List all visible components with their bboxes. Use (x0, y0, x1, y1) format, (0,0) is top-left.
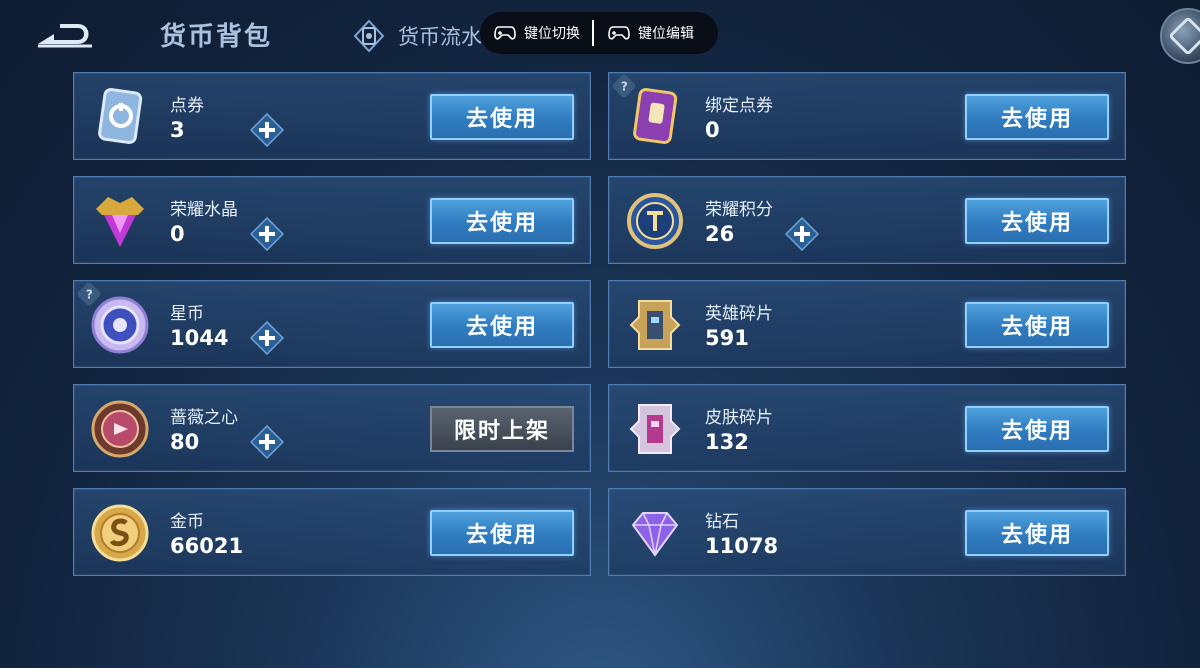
currency-card-star-coin: ? 星币 1044 去使用 (73, 280, 591, 368)
top-bar: 货币背包 货币流水 键位切换 键位编辑 (0, 0, 1200, 70)
keymap-overlay: 键位切换 键位编辑 (480, 12, 718, 54)
coupon-card-icon (98, 88, 143, 144)
rose-heart-icon (91, 400, 149, 458)
item-count: 0 (170, 222, 185, 246)
plus-icon[interactable] (250, 321, 284, 355)
diamond-icon (631, 512, 679, 557)
tab-label: 货币流水 (398, 25, 482, 49)
use-button[interactable]: 去使用 (430, 510, 574, 556)
item-count: 3 (170, 118, 185, 142)
keymap-switch-label: 键位切换 (524, 26, 580, 42)
item-name: 金币 (170, 512, 204, 532)
currency-card-coupon: 点券 3 去使用 (73, 72, 591, 160)
settings-gem-button[interactable] (1160, 8, 1200, 64)
item-name: 荣耀积分 (705, 200, 773, 220)
use-button[interactable]: 去使用 (965, 510, 1109, 556)
item-count: 11078 (705, 534, 779, 558)
use-button[interactable]: 去使用 (965, 406, 1109, 452)
use-button[interactable]: 去使用 (430, 94, 574, 140)
card-icon (353, 19, 385, 53)
item-count: 66021 (170, 534, 244, 558)
glory-points-medal-icon (627, 193, 683, 249)
use-button[interactable]: 去使用 (965, 94, 1109, 140)
page-title: 货币背包 (160, 22, 273, 52)
use-button[interactable]: 去使用 (965, 302, 1109, 348)
gamepad-icon (494, 26, 516, 40)
item-count: 26 (705, 222, 735, 246)
back-arrow-icon[interactable] (34, 18, 96, 52)
crystal-icon (96, 197, 144, 247)
item-name: 荣耀水晶 (170, 200, 238, 220)
limited-shelf-button[interactable]: 限时上架 (430, 406, 574, 452)
tab-currency-flow[interactable]: 货币流水 (352, 18, 482, 54)
item-count: 132 (705, 430, 749, 454)
plus-icon[interactable] (250, 425, 284, 459)
currency-card-hero-fragment: 英雄碎片 591 去使用 (608, 280, 1126, 368)
use-button[interactable]: 去使用 (965, 198, 1109, 244)
item-name: 皮肤碎片 (705, 408, 773, 428)
keymap-switch-button[interactable]: 键位切换 (480, 12, 592, 54)
currency-card-skin-fragment: 皮肤碎片 132 去使用 (608, 384, 1126, 472)
currency-card-glory-points: 荣耀积分 26 去使用 (608, 176, 1126, 264)
currency-card-diamond: 钻石 11078 去使用 (608, 488, 1126, 576)
skin-fragment-icon (629, 404, 681, 454)
use-button[interactable]: 去使用 (430, 302, 574, 348)
gamepad-icon (608, 26, 630, 40)
bound-coupon-card-icon (633, 88, 678, 144)
item-name: 点券 (170, 96, 204, 116)
currency-card-rose-heart: 蔷薇之心 80 限时上架 (73, 384, 591, 472)
keymap-edit-button[interactable]: 键位编辑 (594, 12, 706, 54)
item-name: 星币 (170, 304, 204, 324)
hero-fragment-icon (629, 300, 681, 350)
plus-icon[interactable] (785, 217, 819, 251)
item-count: 591 (705, 326, 749, 350)
currency-card-bound-coupon: ? 绑定点券 0 去使用 (608, 72, 1126, 160)
keymap-edit-label: 键位编辑 (638, 26, 694, 42)
plus-icon[interactable] (250, 113, 284, 147)
currency-card-glory-crystal: 荣耀水晶 0 去使用 (73, 176, 591, 264)
star-coin-icon (91, 296, 149, 354)
gold-coin-icon (91, 504, 149, 562)
currency-card-gold-coin: 金币 66021 去使用 (73, 488, 591, 576)
item-count: 0 (705, 118, 720, 142)
item-name: 绑定点券 (705, 96, 773, 116)
item-count: 1044 (170, 326, 229, 350)
item-name: 钻石 (705, 512, 739, 532)
plus-icon[interactable] (250, 217, 284, 251)
item-name: 英雄碎片 (705, 304, 773, 324)
item-count: 80 (170, 430, 200, 454)
use-button[interactable]: 去使用 (430, 198, 574, 244)
item-name: 蔷薇之心 (170, 408, 238, 428)
